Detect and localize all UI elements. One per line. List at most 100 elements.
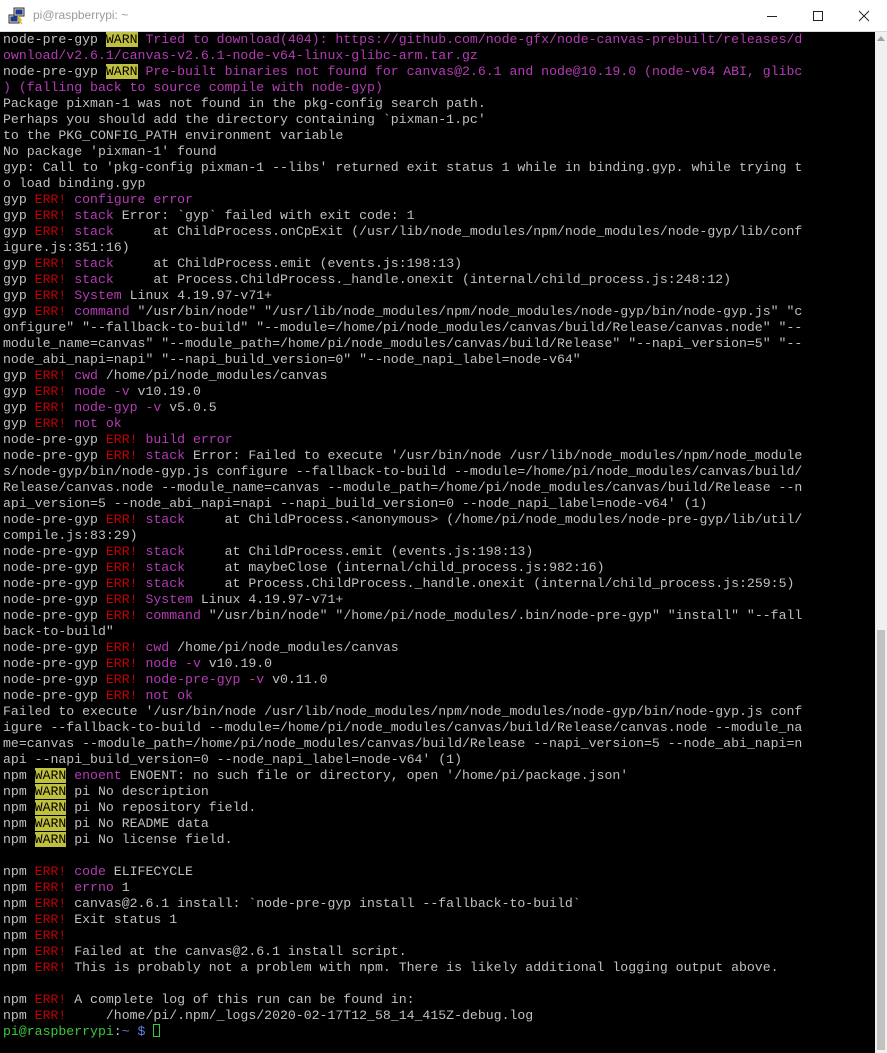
line-text: npm	[3, 896, 35, 911]
line-text: at ChildProcess.<anonymous> (/home/pi/no…	[185, 512, 803, 527]
terminal-line: gyp ERR! stack at Process.ChildProcess._…	[3, 272, 802, 288]
terminal-line: node_abi_napi=napi" "--napi_build_versio…	[3, 352, 802, 368]
err-label: ERR!	[34, 288, 67, 303]
terminal-line: Release/canvas.node --module_name=canvas…	[3, 480, 802, 496]
line-text: gyp	[3, 400, 35, 415]
line-text: "/usr/bin/node" "/usr/lib/node_modules/n…	[129, 304, 803, 319]
err-label: ERR!	[34, 256, 67, 271]
terminal-line: back-to-build"	[3, 624, 802, 640]
title-bar[interactable]: pi@raspberrypi: ~	[0, 0, 887, 32]
line-text: npm	[3, 928, 35, 943]
line-text: Tried to download(404): https://github.c…	[137, 32, 803, 47]
maximize-icon	[813, 11, 823, 21]
err-label: ERR!	[105, 592, 138, 607]
line-text: at maybeClose (internal/child_process.js…	[185, 560, 605, 575]
terminal-line: npm ERR! code ELIFECYCLE	[3, 864, 802, 880]
prompt-user-host: pi@raspberrypi	[3, 1024, 114, 1039]
terminal-line: to the PKG_CONFIG_PATH environment varia…	[3, 128, 802, 144]
terminal-output[interactable]: node-pre-gyp WARN Tried to download(404)…	[0, 32, 875, 1053]
terminal-line: node-pre-gyp ERR! stack at ChildProcess.…	[3, 544, 802, 560]
line-text: node-pre-gyp	[3, 560, 106, 575]
line-text: Error: `gyp` failed with exit code: 1	[113, 208, 415, 223]
line-text: Perhaps you should add the directory con…	[3, 112, 486, 127]
line-text: ELIFECYCLE	[105, 864, 193, 879]
terminal-line: ownload/v2.6.1/canvas-v2.6.1-node-v64-li…	[3, 48, 802, 64]
terminal-line: gyp ERR! not ok	[3, 416, 802, 432]
line-text: onfigure" "--fallback-to-build" "--modul…	[3, 320, 803, 335]
prompt-separator: :	[113, 1024, 122, 1039]
terminal-line: igure --fallback-to-build --module=/home…	[3, 720, 802, 736]
line-text: node-pre-gyp	[3, 544, 106, 559]
err-label: ERR!	[34, 912, 67, 927]
terminal-line: node-pre-gyp ERR! build error	[3, 432, 802, 448]
err-label: ERR!	[34, 880, 67, 895]
line-text: System	[145, 592, 193, 607]
terminal-line: node-pre-gyp ERR! command "/usr/bin/node…	[3, 608, 802, 624]
warn-label: WARN	[34, 816, 67, 831]
err-label: ERR!	[34, 1008, 67, 1023]
terminal-line: node-pre-gyp ERR! not ok	[3, 688, 802, 704]
line-text: Error: Failed to execute '/usr/bin/node …	[185, 448, 803, 463]
err-label: ERR!	[105, 448, 138, 463]
terminal-line: api_version=5 --node_abi_napi=napi --nap…	[3, 496, 802, 512]
terminal-line: npm WARN enoent ENOENT: no such file or …	[3, 768, 802, 784]
putty-icon[interactable]	[8, 7, 26, 25]
line-text: Linux 4.19.97-v71+	[192, 592, 344, 607]
line-text: node-pre-gyp	[3, 608, 106, 623]
terminal-line: Failed to execute '/usr/bin/node /usr/li…	[3, 704, 802, 720]
close-icon	[858, 10, 870, 22]
warn-label: WARN	[34, 800, 67, 815]
line-text: ENOENT: no such file or directory, open …	[121, 768, 629, 783]
terminal-line: npm ERR! Exit status 1	[3, 912, 802, 928]
line-text: npm	[3, 912, 35, 927]
close-button[interactable]	[841, 0, 887, 31]
prompt-line[interactable]: pi@raspberrypi:~ $	[3, 1024, 802, 1040]
line-text: api --napi_build_version=0 --node_napi_l…	[3, 752, 462, 767]
line-text: pi No description	[66, 784, 209, 799]
line-text: Failed to execute '/usr/bin/node /usr/li…	[3, 704, 803, 719]
terminal-line: node-pre-gyp ERR! cwd /home/pi/node_modu…	[3, 640, 802, 656]
line-text: node-pre-gyp	[3, 576, 106, 591]
scroll-up-icon[interactable]	[877, 36, 885, 41]
line-text: not ok	[145, 688, 193, 703]
terminal-line: npm ERR!	[3, 928, 802, 944]
line-text: node-pre-gyp	[3, 448, 106, 463]
line-text: v0.11.0	[264, 672, 328, 687]
terminal-line: node-pre-gyp WARN Tried to download(404)…	[3, 32, 802, 48]
line-text: gyp	[3, 192, 35, 207]
terminal-line: npm ERR! Failed at the canvas@2.6.1 inst…	[3, 944, 802, 960]
line-text: ownload/v2.6.1/canvas-v2.6.1-node-v64-li…	[3, 48, 478, 63]
line-text: Exit status 1	[66, 912, 178, 927]
line-text: node_abi_napi=napi" "--napi_build_versio…	[3, 352, 581, 367]
prompt-symbol: $	[129, 1024, 154, 1039]
vertical-scrollbar[interactable]	[875, 32, 887, 1053]
terminal-line: gyp ERR! configure error	[3, 192, 802, 208]
line-text: node-gyp -v	[74, 400, 162, 415]
line-text: cwd	[145, 640, 170, 655]
warn-label: WARN	[34, 784, 67, 799]
line-text: Release/canvas.node --module_name=canvas…	[3, 480, 803, 495]
terminal-line: Package pixman-1 was not found in the pk…	[3, 96, 802, 112]
line-text: gyp	[3, 224, 35, 239]
scrollbar-thumb[interactable]	[877, 630, 885, 1050]
line-text: node-pre-gyp	[3, 688, 106, 703]
err-label: ERR!	[105, 640, 138, 655]
terminal-line: ) (falling back to source compile with n…	[3, 80, 802, 96]
line-text: compile.js:83:29)	[3, 528, 138, 543]
line-text: npm	[3, 944, 35, 959]
line-text: igure.js:351:16)	[3, 240, 130, 255]
terminal-line: npm WARN pi No description	[3, 784, 802, 800]
minimize-button[interactable]	[749, 0, 795, 31]
terminal-line: npm WARN pi No repository field.	[3, 800, 802, 816]
err-label: ERR!	[34, 224, 67, 239]
line-text: v5.0.5	[161, 400, 217, 415]
err-label: ERR!	[105, 544, 138, 559]
line-text: gyp	[3, 288, 35, 303]
err-label: ERR!	[105, 560, 138, 575]
terminal-line: gyp ERR! command "/usr/bin/node" "/usr/l…	[3, 304, 802, 320]
maximize-button[interactable]	[795, 0, 841, 31]
line-text: node -v	[74, 384, 130, 399]
line-text: v10.19.0	[129, 384, 201, 399]
line-text: "/usr/bin/node" "/home/pi/node_modules/.…	[200, 608, 803, 623]
